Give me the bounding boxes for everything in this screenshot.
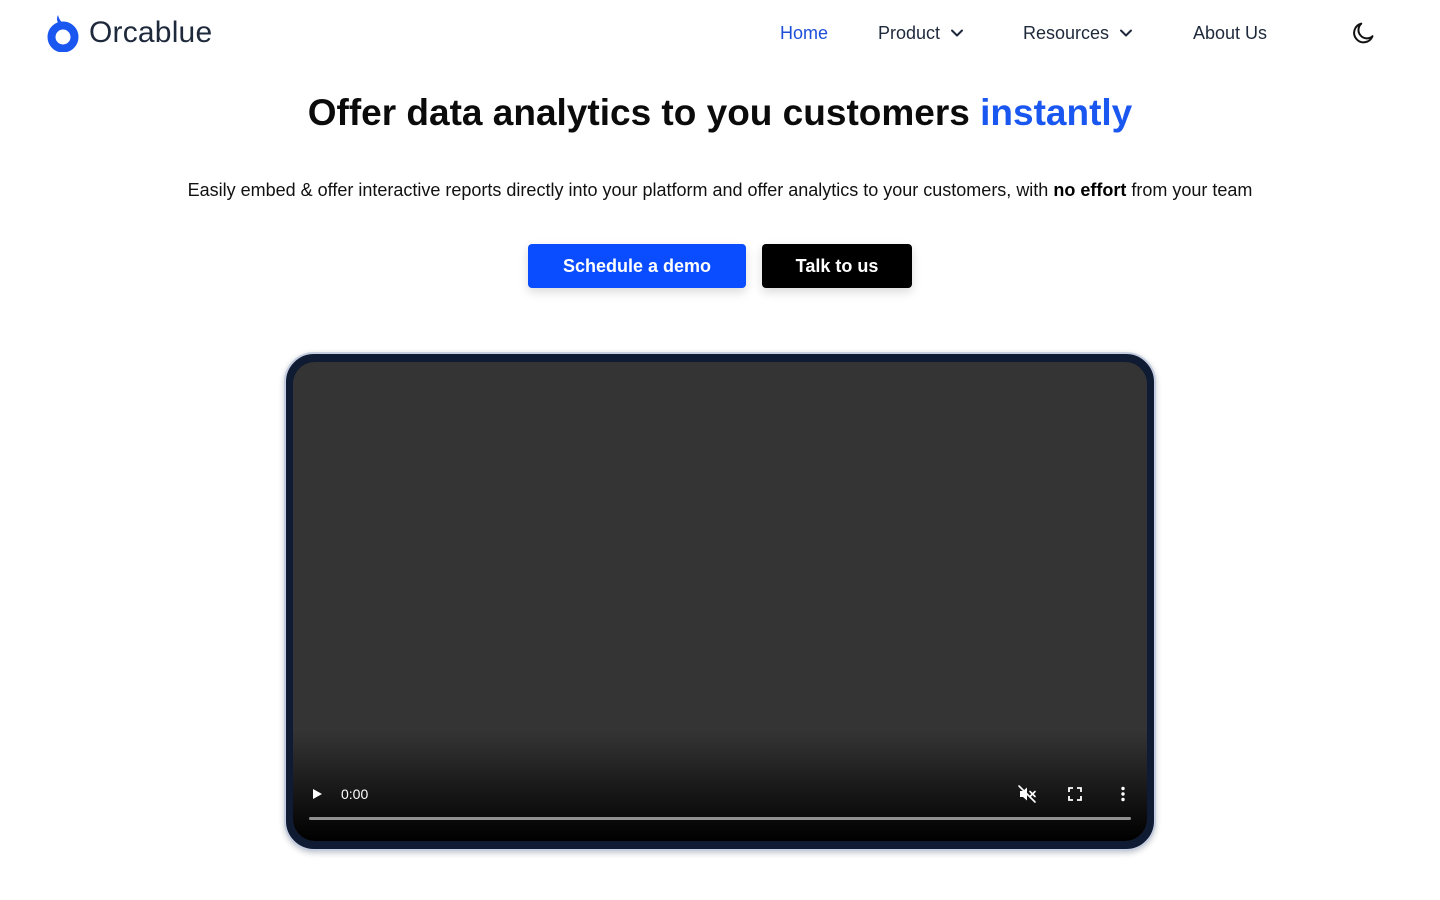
video-progress-bar[interactable] [309, 817, 1131, 820]
hero-title: Offer data analytics to you customers in… [0, 90, 1440, 136]
hero-title-main: Offer data analytics to you customers [307, 92, 970, 133]
moon-icon [1353, 22, 1374, 44]
chevron-down-icon [1120, 29, 1133, 37]
brand-name: Orcablue [89, 16, 213, 49]
play-icon[interactable] [309, 784, 325, 804]
schedule-demo-button[interactable]: Schedule a demo [528, 244, 746, 288]
nav-resources[interactable]: Resources [1023, 21, 1133, 45]
video-device-frame: 0:00 [284, 352, 1156, 851]
theme-toggle-button[interactable] [1350, 19, 1378, 47]
hero-subtitle: Easily embed & offer interactive reports… [0, 178, 1440, 202]
hero-title-accent: instantly [980, 92, 1133, 133]
mute-icon[interactable] [1016, 783, 1038, 805]
orcablue-logo-icon [47, 15, 79, 52]
nav-product[interactable]: Product [878, 21, 964, 45]
nav-home[interactable]: Home [780, 21, 828, 45]
nav-resources-label: Resources [1023, 23, 1110, 43]
nav-about-label: About Us [1193, 23, 1268, 43]
nav-about-us[interactable]: About Us [1193, 21, 1267, 45]
fullscreen-icon[interactable] [1064, 783, 1086, 805]
video-time: 0:00 [341, 786, 369, 802]
nav-product-label: Product [878, 23, 941, 43]
chevron-down-icon [951, 29, 964, 37]
hero-subtitle-bold: no effort [1053, 180, 1127, 200]
nav-home-label: Home [780, 23, 829, 43]
brand-logo[interactable]: Orcablue [47, 14, 212, 52]
talk-to-us-button[interactable]: Talk to us [762, 244, 912, 288]
site-header: Orcablue Home Product Resources About Us [0, 0, 1440, 66]
demo-video[interactable]: 0:00 [293, 362, 1147, 841]
more-options-icon[interactable] [1112, 783, 1134, 805]
hero-subtitle-end: from your team [1131, 180, 1253, 200]
hero-subtitle-start: Easily embed & offer interactive reports… [187, 180, 1049, 200]
